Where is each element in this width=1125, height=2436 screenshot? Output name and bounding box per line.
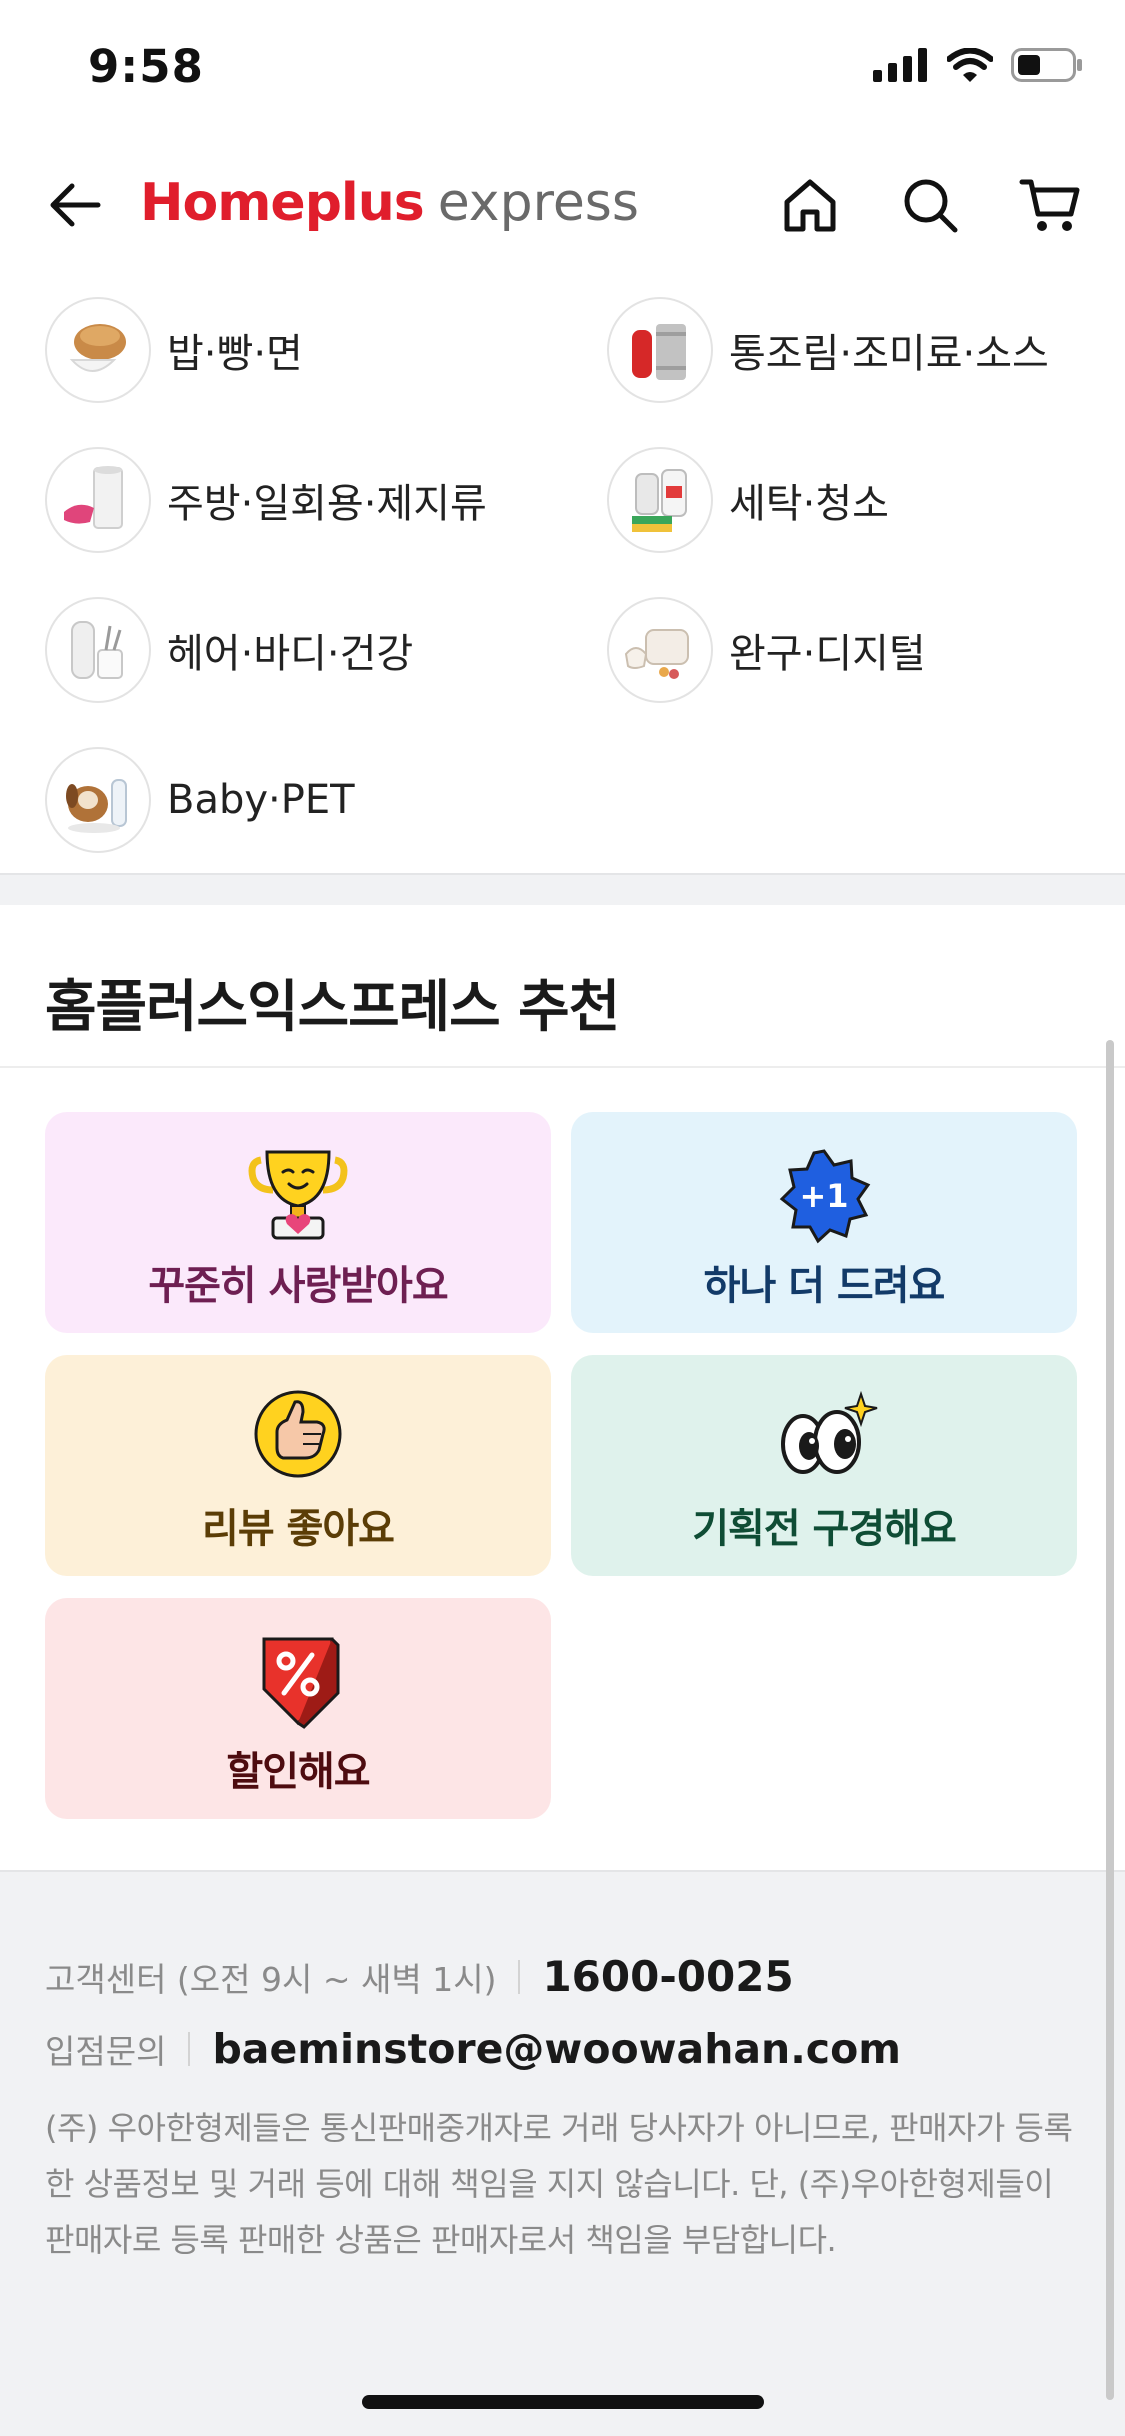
category-item-canned-sauce[interactable]: 통조림·조미료·소스 — [607, 290, 1049, 410]
footer: 고객센터 (오전 9시 ~ 새벽 1시) 1600-0025 입점문의 baem… — [0, 1870, 1125, 2436]
toiletries-icon — [45, 597, 151, 703]
category-label: 주방·일회용·제지류 — [167, 481, 487, 527]
reco-card-label: 하나 더 드려요 — [703, 1263, 946, 1309]
brand-subtitle: express — [437, 173, 639, 233]
battery-icon — [1011, 48, 1082, 82]
cart-icon — [1019, 179, 1080, 231]
brand-name: Homeplus — [140, 173, 425, 233]
recommendation-section-title: 홈플러스익스프레스 추천 — [45, 975, 620, 1040]
customer-center-phone[interactable]: 1600-0025 — [542, 1952, 793, 2001]
customer-center-row: 고객센터 (오전 9시 ~ 새벽 1시) 1600-0025 — [45, 1952, 794, 2001]
eyes-icon — [769, 1385, 879, 1490]
back-arrow-icon — [50, 183, 101, 227]
plus-one-badge-icon: +1 — [774, 1142, 874, 1247]
section-divider — [0, 873, 1125, 905]
detergent-icon — [607, 447, 713, 553]
cart-button[interactable] — [1015, 170, 1085, 240]
toaster-icon — [607, 597, 713, 703]
status-bar: 9:58 — [0, 0, 1125, 135]
store-inquiry-email[interactable]: baeminstore@woowahan.com — [212, 2025, 901, 2073]
status-time: 9:58 — [88, 40, 204, 93]
reco-card-browse-exhibitions[interactable]: 기획전 구경해요 — [571, 1355, 1077, 1576]
category-item-kitchen-paper[interactable]: 주방·일회용·제지류 — [45, 440, 487, 560]
status-icons — [873, 48, 1083, 82]
category-item-hair-body-health[interactable]: 헤어·바디·건강 — [45, 590, 413, 710]
category-label: 밥·빵·면 — [167, 331, 303, 377]
reco-card-good-reviews[interactable]: 리뷰 좋아요 — [45, 1355, 551, 1576]
store-inquiry-label: 입점문의 — [45, 2032, 167, 2071]
reco-card-discounts[interactable]: 할인해요 — [45, 1598, 551, 1819]
category-label: 통조림·조미료·소스 — [729, 331, 1049, 377]
wifi-icon — [947, 48, 993, 82]
cellular-signal-icon — [873, 48, 927, 82]
home-button[interactable] — [775, 170, 845, 240]
reco-card-steady-favorites[interactable]: 꾸준히 사랑받아요 — [45, 1112, 551, 1333]
customer-center-label: 고객센터 (오전 9시 ~ 새벽 1시) — [45, 1959, 497, 1999]
puppy-icon — [45, 747, 151, 853]
home-indicator[interactable] — [362, 2395, 764, 2409]
legal-disclaimer: (주) 우아한형제들은 통신판매중개자로 거래 당사자가 아니므로, 판매자가 … — [45, 2109, 1073, 2259]
category-item-rice-bread-noodle[interactable]: 밥·빵·면 — [45, 290, 303, 410]
category-label: 완구·디지털 — [729, 631, 926, 677]
category-label: 헤어·바디·건강 — [167, 631, 414, 677]
paper-towel-icon — [45, 447, 151, 553]
trophy-icon — [243, 1142, 353, 1247]
scrollbar[interactable] — [1106, 1040, 1114, 2400]
separator — [518, 1959, 521, 1994]
reco-card-label: 할인해요 — [226, 1749, 370, 1795]
discount-tag-icon — [248, 1628, 348, 1733]
svg-text:+1: +1 — [799, 1177, 848, 1215]
category-item-baby-pet[interactable]: Baby·PET — [45, 740, 355, 860]
separator — [188, 2032, 191, 2066]
app-header: Homeplus express — [0, 135, 1125, 275]
can-icon — [607, 297, 713, 403]
thumbs-up-icon — [243, 1385, 353, 1490]
section-divider-line — [0, 1066, 1125, 1068]
store-inquiry-row: 입점문의 baeminstore@woowahan.com — [45, 2025, 901, 2073]
category-label: Baby·PET — [167, 777, 355, 823]
search-button[interactable] — [895, 170, 965, 240]
category-label: 세탁·청소 — [729, 481, 889, 527]
category-item-laundry-cleaning[interactable]: 세탁·청소 — [607, 440, 889, 560]
search-icon — [904, 179, 958, 233]
bread-icon — [45, 297, 151, 403]
brand-logo[interactable]: Homeplus express — [140, 173, 639, 233]
category-item-toys-digital[interactable]: 완구·디지털 — [607, 590, 926, 710]
back-button[interactable] — [40, 170, 110, 240]
reco-card-one-more[interactable]: +1 하나 더 드려요 — [571, 1112, 1077, 1333]
reco-card-label: 꾸준히 사랑받아요 — [148, 1263, 448, 1309]
reco-card-label: 리뷰 좋아요 — [202, 1506, 395, 1552]
home-icon — [784, 179, 836, 232]
reco-card-label: 기획전 구경해요 — [692, 1506, 957, 1552]
